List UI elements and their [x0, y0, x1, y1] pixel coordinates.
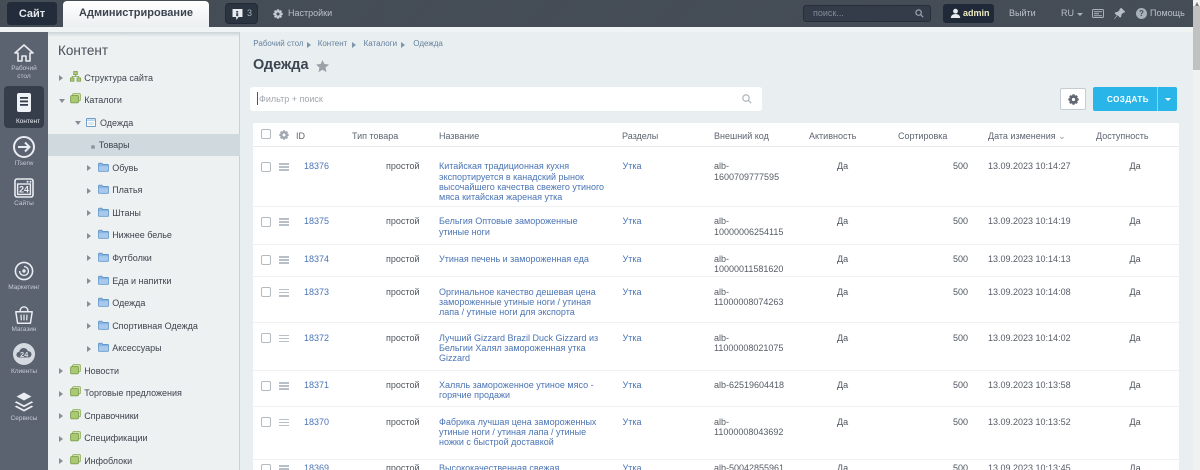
- svg-text:?: ?: [1139, 9, 1144, 18]
- svg-text:24: 24: [19, 185, 29, 195]
- svg-text:24: 24: [20, 350, 29, 359]
